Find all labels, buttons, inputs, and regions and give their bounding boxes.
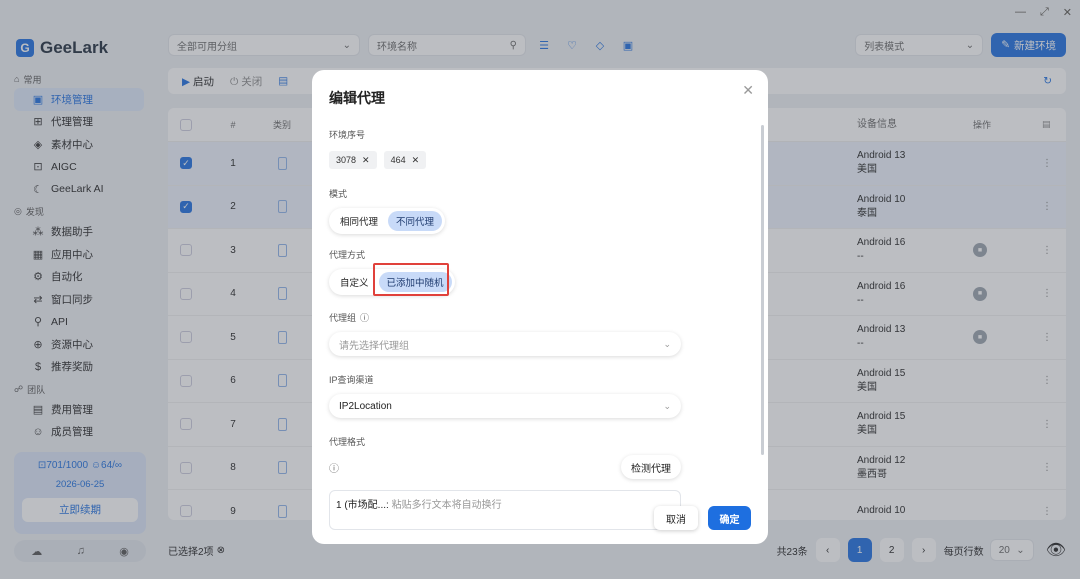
env-tags: 3078 ✕ 464 ✕ (329, 151, 749, 169)
minimize-button[interactable]: — (1015, 6, 1026, 19)
env-no-label: 环境序号 (329, 130, 366, 140)
check-proxy-button[interactable]: 检测代理 (621, 455, 681, 479)
ok-button[interactable]: 确定 (708, 506, 751, 530)
remove-tag-icon[interactable]: ✕ (362, 155, 370, 166)
edit-proxy-dialog: 编辑代理 ✕ 环境序号 3078 ✕ 464 ✕ 模式 相同代理 不同代理 代理方式… (312, 70, 768, 544)
info-icon: ⓘ (329, 464, 339, 475)
close-icon[interactable]: ✕ (742, 82, 754, 99)
cancel-button[interactable]: 取消 (654, 506, 698, 530)
chevron-down-icon: ⌄ (663, 400, 671, 411)
method-option-custom[interactable]: 自定义 (332, 272, 377, 292)
ip-channel-select[interactable]: IP2Location ⌄ (329, 394, 681, 418)
dialog-title: 编辑代理 (329, 90, 385, 106)
mode-option-same[interactable]: 相同代理 (332, 211, 386, 231)
mode-label: 模式 (329, 189, 348, 199)
chevron-down-icon: ⌄ (663, 338, 671, 349)
dialog-body: 环境序号 3078 ✕ 464 ✕ 模式 相同代理 不同代理 代理方式 自定义 已添… (329, 128, 749, 530)
proxy-group-label: 代理组 ⓘ (329, 313, 370, 323)
proxy-textarea[interactable]: 1 (市场配...: 粘贴多行文本将自动换行 (329, 490, 681, 530)
dialog-scrollbar[interactable] (761, 125, 764, 455)
close-window-button[interactable]: ✕ (1063, 6, 1072, 19)
method-label: 代理方式 (329, 250, 366, 260)
highlight-box (373, 263, 449, 296)
window-controls: — ⤢ ✕ (1015, 6, 1072, 19)
env-tag: 3078 ✕ (329, 151, 377, 169)
format-row: ⓘ 检测代理 (329, 452, 749, 482)
proxy-group-select[interactable]: 请先选择代理组 ⌄ (329, 332, 681, 356)
remove-tag-icon[interactable]: ✕ (412, 155, 420, 166)
proxy-format-label: 代理格式 (329, 437, 366, 447)
env-tag: 464 ✕ (383, 151, 427, 169)
info-icon: ⓘ (360, 313, 370, 323)
mode-segmented: 相同代理 不同代理 (329, 208, 446, 234)
maximize-button[interactable]: ⤢ (1040, 6, 1049, 19)
mode-option-different[interactable]: 不同代理 (388, 211, 443, 231)
ip-channel-label: IP查询渠道 (329, 375, 374, 385)
